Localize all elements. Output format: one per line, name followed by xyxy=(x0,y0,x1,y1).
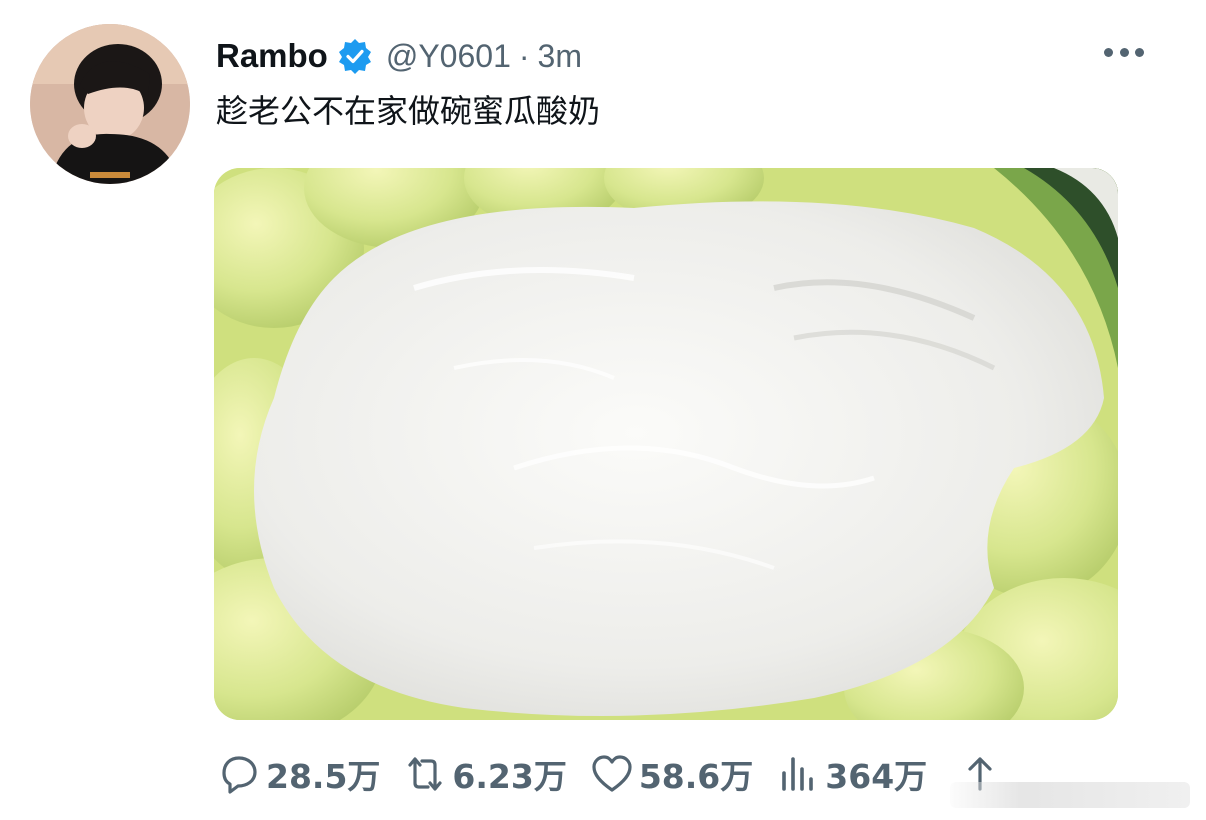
avatar[interactable] xyxy=(30,24,190,184)
heart-icon xyxy=(592,755,632,792)
action-bar: 28.5万 6.23万 58.6万 364万 xyxy=(216,748,1029,800)
like-button[interactable]: 58.6万 xyxy=(589,750,753,798)
tweet-header: Rambo @Y0601 · 3m xyxy=(216,36,582,76)
tweet-time[interactable]: 3m xyxy=(538,38,582,75)
author-handle[interactable]: @Y0601 xyxy=(386,38,511,75)
tweet-text: 趁老公不在家做碗蜜瓜酸奶 xyxy=(216,92,601,130)
tweet-card[interactable]: Rambo @Y0601 · 3m 趁老公不在家做碗蜜瓜酸奶 28.5万 6.2… xyxy=(0,0,1206,820)
views-button[interactable]: 364万 xyxy=(775,750,927,798)
reply-count: 28.5万 xyxy=(266,757,381,796)
reply-button[interactable]: 28.5万 xyxy=(216,750,380,798)
reply-icon xyxy=(222,756,257,794)
retweet-button[interactable]: 6.23万 xyxy=(402,750,567,798)
like-count: 58.6万 xyxy=(638,757,754,796)
separator-dot: · xyxy=(518,37,530,74)
watermark xyxy=(950,782,1190,808)
tweet-image[interactable] xyxy=(214,168,1118,720)
verified-badge-icon xyxy=(336,37,374,75)
more-options-icon[interactable] xyxy=(1104,42,1144,62)
views-count: 364万 xyxy=(825,757,928,796)
author-name[interactable]: Rambo xyxy=(216,37,328,75)
views-bar-chart-icon xyxy=(782,757,814,791)
retweet-icon xyxy=(408,757,443,791)
retweet-count: 6.23万 xyxy=(452,757,567,796)
